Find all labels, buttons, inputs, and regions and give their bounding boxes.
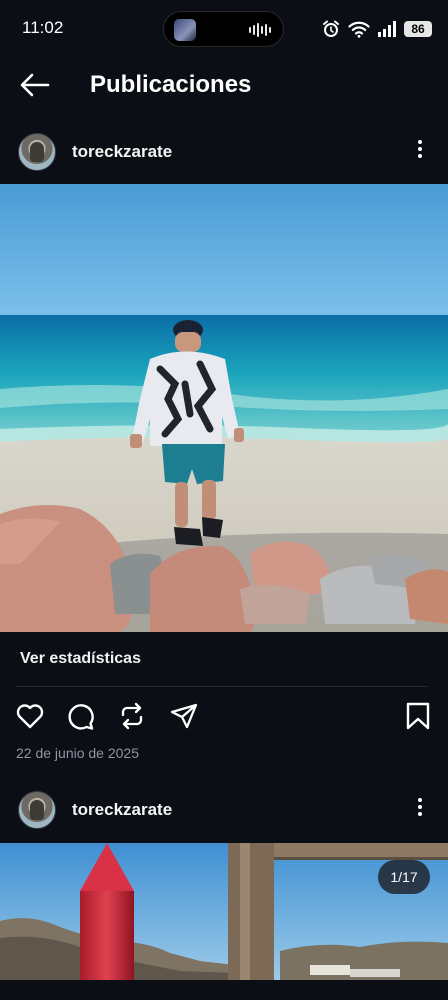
save-icon [406, 702, 430, 730]
post-header: toreckzarate [0, 783, 448, 837]
repost-icon [121, 702, 143, 730]
alarm-icon [323, 20, 339, 37]
dynamic-island[interactable] [163, 11, 284, 47]
carousel-counter: 1/17 [378, 860, 430, 894]
battery-icon: 86 [404, 21, 432, 37]
status-icons: 86 [322, 18, 432, 40]
post-header: toreckzarate [0, 125, 448, 179]
back-arrow-icon [20, 73, 50, 97]
username[interactable]: toreckzarate [72, 800, 172, 820]
repost-button[interactable] [116, 700, 148, 732]
status-bar: 11:02 86 [0, 0, 448, 58]
like-button[interactable] [14, 700, 46, 732]
view-stats-link[interactable]: Ver estadísticas [20, 650, 141, 668]
post-photo[interactable] [0, 843, 448, 980]
avatar[interactable] [18, 133, 56, 171]
like-icon [16, 704, 44, 729]
wifi-icon [348, 21, 370, 38]
share-icon [170, 703, 198, 729]
more-options-button[interactable] [410, 137, 430, 167]
share-button[interactable] [168, 700, 200, 732]
status-time: 11:02 [22, 18, 64, 37]
island-thumbnail-icon [174, 19, 196, 41]
more-options-button[interactable] [410, 795, 430, 825]
post-date: 22 de junio de 2025 [16, 745, 139, 761]
comment-icon [68, 704, 94, 730]
back-button[interactable] [18, 70, 52, 100]
post-photo[interactable] [0, 184, 448, 632]
signal-icon [378, 21, 396, 37]
save-button[interactable] [402, 700, 434, 732]
post-actions [0, 698, 448, 734]
comment-button[interactable] [64, 700, 96, 732]
screen: 11:02 86 Publicaciones toreckzarate Ver … [0, 0, 448, 1000]
audio-wave-icon [249, 23, 271, 37]
page-title: Publicaciones [90, 71, 252, 98]
page-header: Publicaciones [0, 60, 448, 110]
username[interactable]: toreckzarate [72, 142, 172, 162]
divider [16, 686, 428, 687]
avatar[interactable] [18, 791, 56, 829]
system-nav-bar [0, 980, 448, 1000]
